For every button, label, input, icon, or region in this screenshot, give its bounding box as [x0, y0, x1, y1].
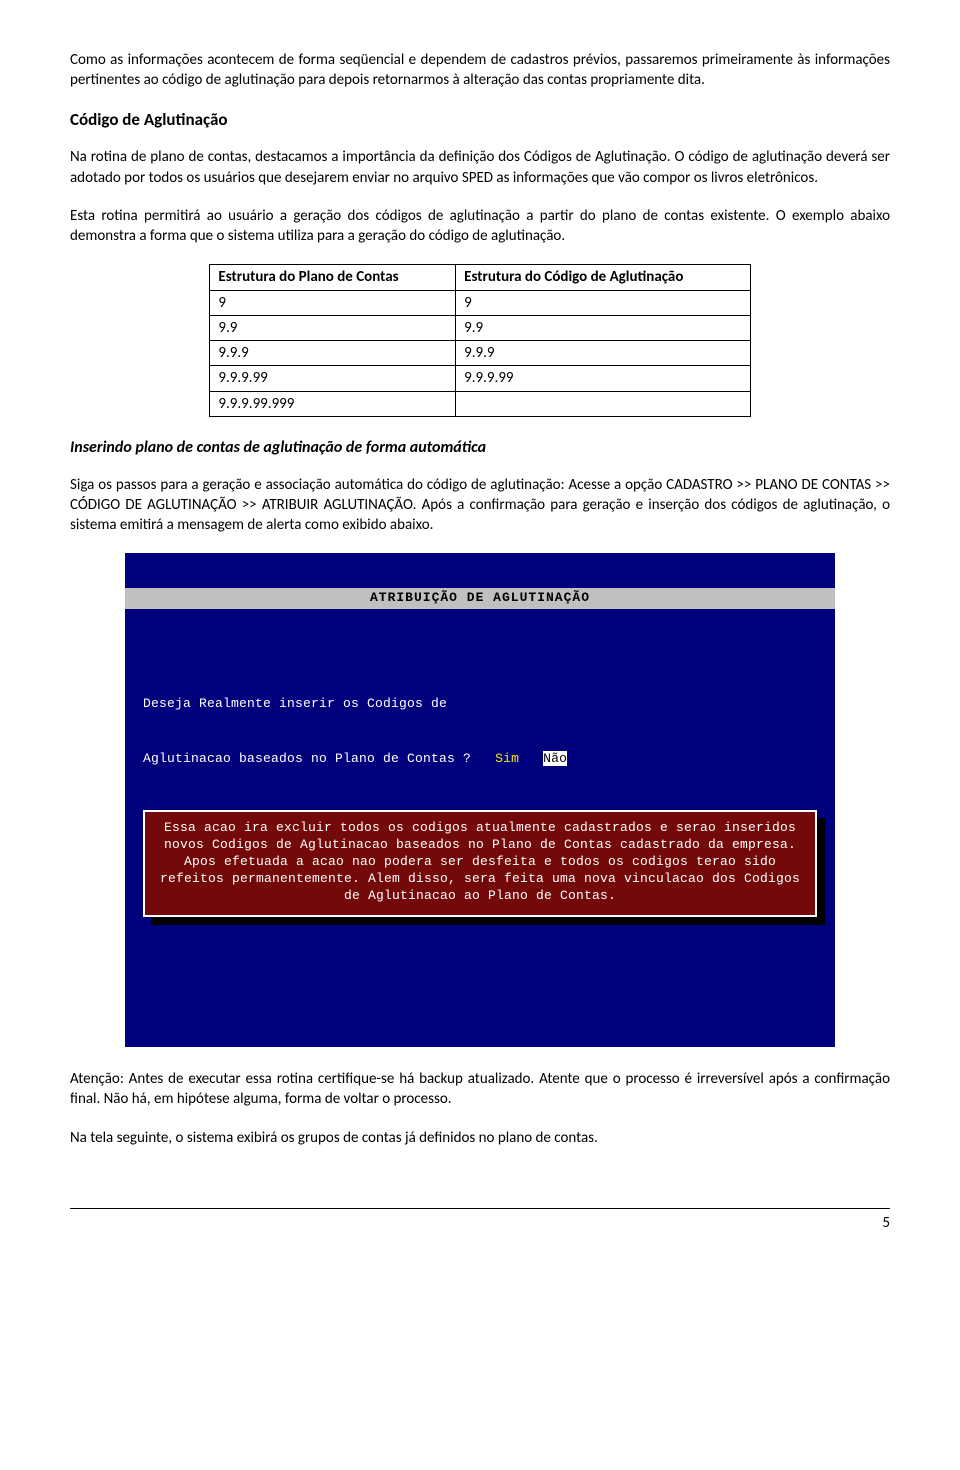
table-row: 9.9.9.99.999 — [210, 391, 750, 416]
cell-aglut — [456, 391, 750, 416]
cell-aglut: 9.9.9 — [456, 341, 750, 366]
terminal-title: ATRIBUIÇÃO DE AGLUTINAÇÃO — [125, 588, 835, 609]
table-row: 9 9 — [210, 290, 750, 315]
option-sep — [519, 751, 543, 766]
table-row: 9.9 9.9 — [210, 315, 750, 340]
table-row: 9.9.9.99 9.9.9.99 — [210, 366, 750, 391]
terminal-alert-box: Essa acao ira excluir todos os codigos a… — [143, 810, 817, 916]
page-number: 5 — [882, 1214, 890, 1232]
intro-paragraph: Como as informações acontecem de forma s… — [70, 50, 890, 91]
paragraph-steps: Siga os passos para a geração e associaç… — [70, 475, 890, 536]
terminal-prompt-pre: Aglutinacao baseados no Plano de Contas … — [143, 751, 495, 766]
code-structure-table: Estrutura do Plano de Contas Estrutura d… — [209, 264, 750, 417]
page-footer: 5 — [70, 1208, 890, 1233]
heading-codigo-aglutinacao: Código de Aglutinação — [70, 109, 890, 132]
cell-aglut: 9.9.9.99 — [456, 366, 750, 391]
cell-aglut: 9 — [456, 290, 750, 315]
cell-plano: 9.9.9.99.999 — [210, 391, 456, 416]
cell-plano: 9.9.9.99 — [210, 366, 456, 391]
table-row: Estrutura do Plano de Contas Estrutura d… — [210, 265, 750, 290]
option-sim[interactable]: Sim — [495, 751, 519, 766]
cell-aglut: 9.9 — [456, 315, 750, 340]
table-header-aglutinacao: Estrutura do Código de Aglutinação — [456, 265, 750, 290]
table-header-plano: Estrutura do Plano de Contas — [210, 265, 456, 290]
terminal-prompt-line1: Deseja Realmente inserir os Codigos de — [143, 695, 817, 713]
cell-plano: 9.9 — [210, 315, 456, 340]
option-nao[interactable]: Não — [543, 751, 567, 766]
paragraph-tela-seguinte: Na tela seguinte, o sistema exibirá os g… — [70, 1128, 890, 1148]
paragraph-rotina-desc: Esta rotina permitirá ao usuário a geraç… — [70, 206, 890, 247]
paragraph-atencao: Atenção: Antes de executar essa rotina c… — [70, 1069, 890, 1110]
terminal-prompt-line2: Aglutinacao baseados no Plano de Contas … — [143, 750, 817, 768]
cell-plano: 9.9.9 — [210, 341, 456, 366]
heading-inserindo-auto: Inserindo plano de contas de aglutinação… — [70, 437, 890, 459]
terminal-screenshot: ATRIBUIÇÃO DE AGLUTINAÇÃO Deseja Realmen… — [125, 553, 835, 1047]
cell-plano: 9 — [210, 290, 456, 315]
table-row: 9.9.9 9.9.9 — [210, 341, 750, 366]
paragraph-codigo-desc: Na rotina de plano de contas, destacamos… — [70, 147, 890, 188]
